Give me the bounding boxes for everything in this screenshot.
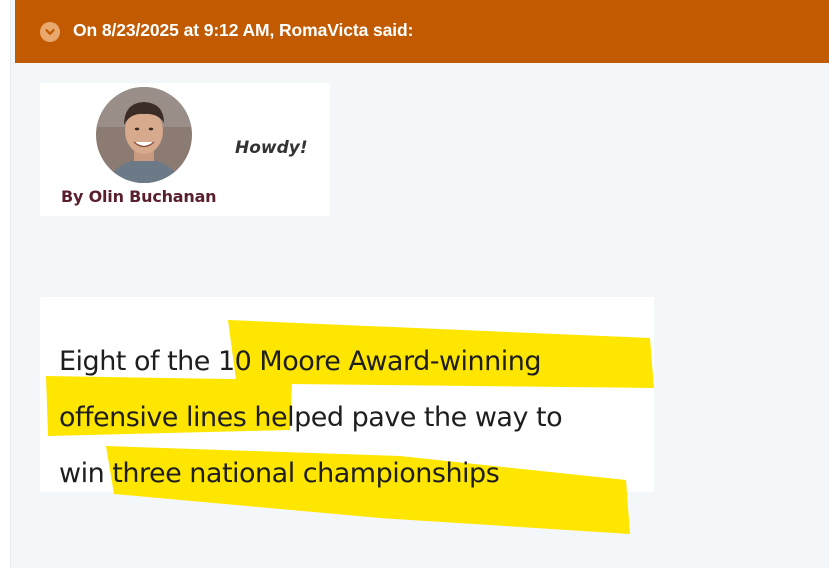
chevron-down-icon[interactable] [40, 21, 60, 42]
author-photo [96, 87, 192, 183]
snippet-line: offensive lines helped pave the way to [59, 402, 563, 433]
greeting-text: Howdy! [235, 138, 308, 158]
quote-header[interactable]: On 8/23/2025 at 9:12 AM, RomaVicta said: [15, 0, 829, 63]
author-byline: By Olin Buchanan [61, 187, 217, 206]
article-snippet-text: Eight of the 10 Moore Award-winning offe… [59, 334, 659, 502]
quote-attribution: On 8/23/2025 at 9:12 AM, RomaVicta said: [73, 20, 414, 40]
byline-image: Howdy! By Olin Buchanan [40, 83, 330, 216]
snippet-line: win three national championships [59, 458, 500, 489]
snippet-line: Eight of the 10 Moore Award-winning [59, 346, 542, 377]
